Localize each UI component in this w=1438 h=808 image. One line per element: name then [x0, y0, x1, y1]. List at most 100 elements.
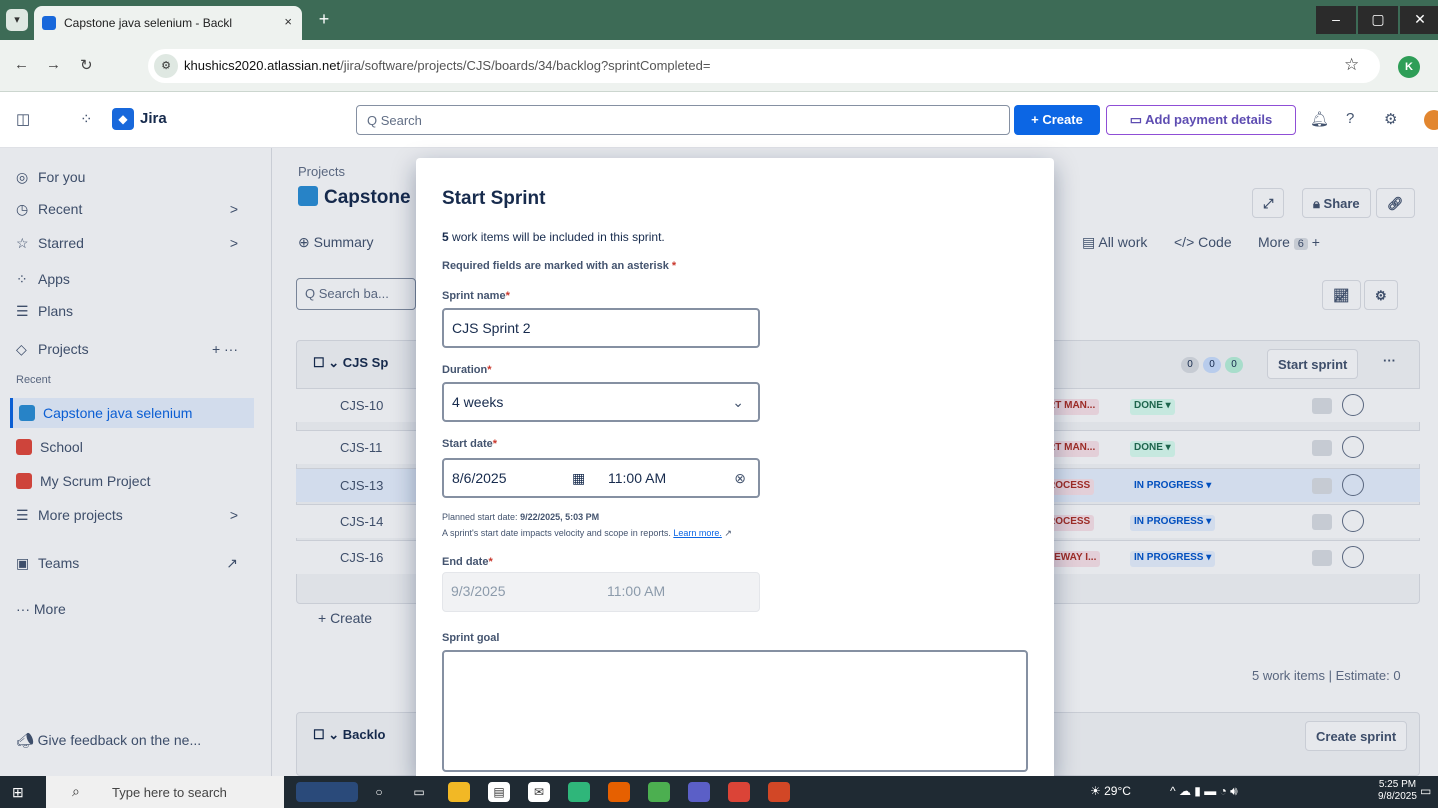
search-placeholder: Q Search [367, 113, 422, 128]
browser-tab[interactable]: Capstone java selenium - Backl × [34, 6, 302, 40]
tab-close-icon[interactable]: × [284, 14, 292, 29]
url-path: /jira/software/projects/CJS/boards/34/ba… [340, 58, 711, 73]
search-icon: ⌕ [72, 783, 80, 799]
sprint-goal-label: Sprint goal [442, 632, 500, 644]
sprint-name-input[interactable]: CJS Sprint 2 [442, 308, 760, 348]
label-text: Sprint name [442, 290, 506, 302]
address-bar-row: ← → ↻ ⚙ khushics2020.atlassian.net/jira/… [0, 40, 1438, 92]
edge-icon[interactable] [568, 782, 590, 802]
notifications-icon[interactable]: 🔔︎ [1310, 110, 1329, 128]
start-date-picker[interactable]: 8/6/2025 ▦ 11:00 AM ⊗ [442, 458, 760, 498]
help-icon[interactable]: ? [1346, 110, 1354, 127]
sidebar-toggle-icon[interactable]: ◫ [16, 110, 30, 128]
required-note-text: Required fields are marked with an aster… [442, 260, 669, 272]
sprint-goal-textarea[interactable] [442, 650, 1028, 772]
included-count: 5 [442, 230, 449, 244]
product-name[interactable]: Jira [140, 110, 167, 127]
minimize-button[interactable]: – [1316, 6, 1356, 34]
start-sprint-dialog: Start Sprint 5 work items will be includ… [416, 158, 1054, 776]
app-switcher-icon[interactable]: ⁘ [80, 110, 93, 128]
clear-icon[interactable]: ⊗ [734, 470, 746, 487]
velocity-hint: A sprint's start date impacts velocity a… [442, 528, 732, 539]
browser-tabstrip: ▾ Capstone java selenium - Backl × + – ▢… [0, 0, 1438, 40]
included-text: work items will be included in this spri… [448, 230, 665, 244]
planned-start-hint: Planned start date: 9/22/2025, 5:03 PM [442, 512, 599, 522]
url-domain: khushics2020.atlassian.net [184, 58, 341, 73]
duration-value: 4 weeks [452, 394, 504, 410]
taskbar-search[interactable]: ⌕ Type here to search [46, 776, 284, 808]
windows-taskbar: ⊞ ⌕ Type here to search ○ ▭ ▤ ✉ ☀ 29°C ^… [0, 776, 1438, 808]
maximize-button[interactable]: ▢ [1358, 6, 1398, 34]
profile-avatar[interactable]: K [1398, 56, 1420, 78]
tab-search-dropdown-icon[interactable]: ▾ [6, 9, 28, 31]
learn-more-link[interactable]: Learn more. [673, 528, 722, 538]
cortana-icon[interactable]: ○ [368, 782, 390, 802]
powerpoint-icon[interactable] [768, 782, 790, 802]
chrome-profile-icon[interactable] [728, 782, 750, 802]
tab-title: Capstone java selenium - Backl [64, 16, 233, 30]
news-widget-icon[interactable] [296, 782, 358, 802]
task-view-icon[interactable]: ▭ [408, 782, 430, 802]
chrome-icon[interactable] [648, 782, 670, 802]
weather-widget[interactable]: ☀ 29°C [1090, 784, 1131, 798]
asterisk: * [492, 438, 498, 450]
reload-icon[interactable]: ↻ [80, 56, 93, 74]
site-info-icon[interactable]: ⚙ [154, 54, 178, 78]
forward-icon[interactable]: → [46, 56, 61, 73]
mail-icon[interactable]: ✉ [528, 782, 550, 802]
user-avatar[interactable] [1424, 110, 1438, 130]
required-note: Required fields are marked with an aster… [442, 260, 676, 272]
end-date-label: End date* [442, 556, 493, 568]
firefox-icon[interactable] [608, 782, 630, 802]
global-search-input[interactable]: Q Search [356, 105, 1010, 135]
new-tab-button[interactable]: + [313, 9, 335, 31]
label-text: Duration [442, 364, 488, 376]
asterisk: * [505, 290, 510, 302]
date: 9/8/2025 [1378, 791, 1417, 802]
file-explorer-icon[interactable] [448, 782, 470, 802]
duration-select[interactable]: 4 weeks ⌄ [442, 382, 760, 422]
start-time-value[interactable]: 11:00 AM [608, 470, 666, 486]
asterisk: * [488, 556, 493, 568]
jira-top-nav: ◫ ⁘ ◆ Jira Q Search + Create ▭ Add payme… [0, 92, 1438, 148]
planned-value: 9/22/2025, 5:03 PM [520, 512, 600, 522]
sprint-name-value: CJS Sprint 2 [452, 320, 531, 336]
end-time-value: 11:00 AM [607, 583, 666, 599]
calendar-icon[interactable]: ▦ [572, 470, 585, 487]
end-date-value: 9/3/2025 [451, 583, 506, 599]
clock[interactable]: 5:25 PM 9/8/2025 [1378, 779, 1417, 803]
jira-logo-icon[interactable]: ◆ [112, 108, 134, 130]
add-payment-button[interactable]: ▭ Add payment details [1106, 105, 1296, 135]
jira-favicon-icon [42, 16, 56, 30]
planned-prefix: Planned start date: [442, 512, 521, 522]
asterisk: * [671, 260, 677, 272]
settings-gear-icon[interactable]: ⚙ [1384, 110, 1397, 128]
dialog-subtitle: 5 work items will be included in this sp… [442, 230, 665, 244]
label-text: End date [442, 556, 489, 568]
create-button[interactable]: + Create [1014, 105, 1100, 135]
start-date-label: Start date* [442, 438, 497, 450]
windows-start-icon[interactable]: ⊞ [12, 784, 24, 801]
time: 5:25 PM [1378, 779, 1417, 790]
chevron-down-icon: ⌄ [732, 394, 744, 410]
url-text: khushics2020.atlassian.net/jira/software… [184, 58, 710, 73]
sprint-name-label: Sprint name* [442, 290, 510, 302]
taskbar-search-placeholder: Type here to search [112, 785, 227, 800]
duration-label: Duration* [442, 364, 492, 376]
bookmark-star-icon[interactable]: ☆ [1344, 55, 1359, 75]
close-window-button[interactable]: ✕ [1400, 6, 1438, 34]
dialog-title: Start Sprint [442, 188, 546, 209]
system-tray-icons[interactable]: ^ ☁ ▮ ▬ ◔ 🔊︎ [1170, 784, 1238, 799]
back-icon[interactable]: ← [14, 56, 29, 73]
end-date-field: 9/3/2025 11:00 AM [442, 572, 760, 612]
label-text: Start date [442, 438, 493, 450]
notifications-icon[interactable]: ▭ [1420, 784, 1431, 798]
temperature: 29°C [1104, 784, 1131, 798]
external-link-icon: ↗ [724, 528, 732, 538]
start-date-value[interactable]: 8/6/2025 [452, 470, 507, 486]
store-icon[interactable]: ▤ [488, 782, 510, 802]
teams-app-icon[interactable] [688, 782, 710, 802]
velocity-text: A sprint's start date impacts velocity a… [442, 528, 674, 538]
url-field[interactable]: ⚙ khushics2020.atlassian.net/jira/softwa… [148, 49, 1380, 83]
asterisk: * [487, 364, 492, 376]
